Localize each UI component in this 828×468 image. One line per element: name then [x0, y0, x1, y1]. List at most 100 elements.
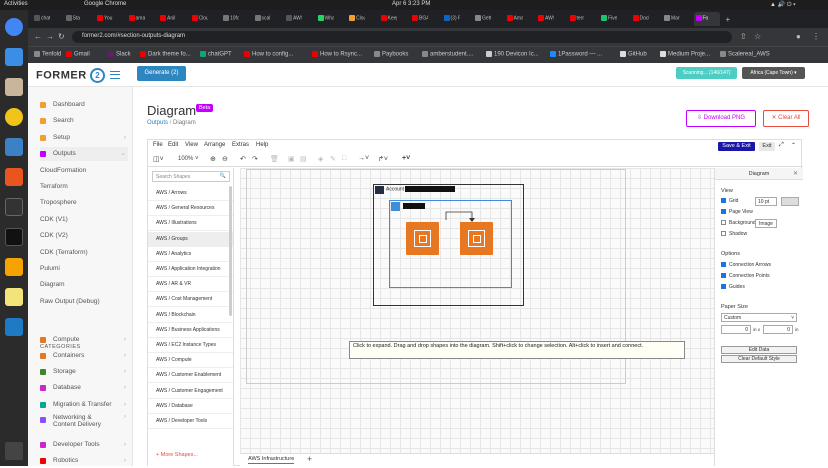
shape-category[interactable]: AWS / General Resources: [148, 201, 233, 217]
category-item[interactable]: Storage ›: [40, 365, 128, 379]
category-item[interactable]: Containers ›: [40, 349, 128, 363]
bookmark-item[interactable]: Dark theme fo...: [140, 51, 191, 58]
bookmark-item[interactable]: Scalereal_AWS: [720, 51, 770, 58]
forward-icon[interactable]: →: [46, 32, 54, 41]
bookmark-star-icon[interactable]: ☆: [754, 32, 761, 41]
sidebar-item-search[interactable]: Search: [40, 114, 128, 128]
bookmark-item[interactable]: GitHub: [620, 51, 647, 58]
format-tab-diagram[interactable]: Diagram: [715, 168, 803, 180]
browser-tab[interactable]: BGA: [410, 12, 428, 26]
notes-icon[interactable]: [5, 288, 23, 306]
clear-all-button[interactable]: ✕ Clear All: [763, 110, 809, 127]
bookmark-item[interactable]: Slack: [108, 51, 131, 58]
sidebar-item-cdk-v1-[interactable]: CDK (V1): [40, 213, 128, 227]
shape-category[interactable]: AWS / Application Integration: [148, 262, 233, 277]
connection-style-icon[interactable]: →˅: [358, 155, 369, 162]
zoom-in-icon[interactable]: ⊕: [210, 155, 216, 163]
browser-tab[interactable]: (3) F: [442, 12, 460, 26]
browser-tab[interactable]: Keep: [379, 12, 397, 26]
bookmark-item[interactable]: How to Rsync...: [312, 51, 362, 58]
new-tab-button[interactable]: +: [724, 12, 742, 26]
shape-category[interactable]: AWS / Arrows: [148, 186, 233, 201]
shapes-scrollbar[interactable]: [229, 186, 232, 316]
diagram-canvas[interactable]: Account: [240, 168, 714, 453]
more-shapes-link[interactable]: + More Shapes...: [156, 452, 198, 458]
region-dropdown[interactable]: Africa (Cape Town) ▾: [742, 67, 805, 79]
shape-category[interactable]: AWS / Analytics: [148, 247, 233, 262]
shape-category[interactable]: AWS / Business Applications: [148, 323, 233, 338]
breadcrumb-outputs-link[interactable]: Outputs: [147, 120, 168, 126]
share-icon[interactable]: ⇧: [740, 32, 747, 41]
bookmark-item[interactable]: Paybooks: [374, 51, 408, 58]
sublime-icon[interactable]: [5, 258, 23, 276]
download-png-button[interactable]: ⇩ Download PNG: [686, 110, 756, 127]
category-item[interactable]: Database ›: [40, 381, 128, 395]
libreoffice-writer-icon[interactable]: [5, 138, 23, 156]
background-image-button[interactable]: Image: [755, 219, 777, 228]
intellij-icon[interactable]: [5, 228, 23, 246]
zoom-out-icon[interactable]: ⊖: [222, 155, 228, 163]
shape-category[interactable]: AWS / Developer Tools: [148, 414, 233, 429]
browser-tab[interactable]: AWS: [536, 12, 554, 26]
thunderbird-icon[interactable]: [5, 48, 23, 66]
sidebar-item-setup[interactable]: Setup ›: [40, 131, 128, 145]
shadow-checkbox[interactable]: Shadow: [721, 231, 747, 237]
grid-color-swatch[interactable]: [781, 197, 799, 206]
sidebar-item-raw-output-debug-[interactable]: Raw Output (Debug): [40, 295, 128, 309]
bookmark-item[interactable]: How to config...: [244, 51, 293, 58]
sidebar-item-cdk-terraform-[interactable]: CDK (Terraform): [40, 246, 128, 260]
browser-tab[interactable]: AWS: [284, 12, 302, 26]
add-page-button[interactable]: +: [307, 454, 312, 464]
sidebar-item-dashboard[interactable]: Dashboard: [40, 98, 128, 112]
sidebar-item-pulumi[interactable]: Pulumi: [40, 262, 128, 276]
menu-edit[interactable]: Edit: [168, 142, 178, 148]
edit-data-button[interactable]: Edit Data: [721, 346, 797, 354]
exit-button[interactable]: Exit: [759, 142, 775, 151]
bookmark-item[interactable]: Gmail: [66, 51, 90, 58]
zoom-select[interactable]: 100% ˅: [178, 156, 199, 162]
browser-tab[interactable]: Wha: [316, 12, 334, 26]
insert-icon[interactable]: +˅: [402, 155, 410, 162]
sidebar-item-diagram[interactable]: Diagram: [40, 278, 128, 292]
ec2-instance-icon[interactable]: [406, 222, 439, 255]
browser-tab[interactable]: ama: [127, 12, 145, 26]
category-item[interactable]: Compute ›: [40, 333, 128, 347]
shape-category[interactable]: AWS / EC2 Instance Types: [148, 338, 233, 353]
grid-size-input[interactable]: 10 pt: [755, 197, 777, 206]
paper-width-input[interactable]: 0: [721, 325, 751, 334]
connection-arrows-checkbox[interactable]: Connection Arrows: [721, 262, 771, 268]
grid-checkbox[interactable]: Grid: [721, 198, 738, 204]
bookmark-item[interactable]: 190 Devicon Ic...: [486, 51, 539, 58]
shape-category[interactable]: AWS / AR & VR: [148, 277, 233, 293]
panels-icon[interactable]: ◫˅: [153, 155, 164, 163]
browser-tab[interactable]: Mark: [662, 12, 680, 26]
generate-button[interactable]: Generate (2): [137, 66, 186, 81]
shape-category[interactable]: AWS / Database: [148, 399, 233, 414]
browser-tab[interactable]: Amaz: [505, 12, 523, 26]
paper-size-select[interactable]: Custom ˅: [721, 313, 797, 322]
shape-category[interactable]: AWS / Groups: [148, 231, 233, 247]
files-icon[interactable]: [5, 78, 23, 96]
category-item[interactable]: Networking & Content Delivery ›: [40, 413, 128, 431]
bookmark-item[interactable]: Medium Proje...: [660, 51, 710, 58]
sidebar-item-outputs[interactable]: Outputs ⌄: [40, 147, 128, 162]
page-view-checkbox[interactable]: Page View: [721, 209, 753, 215]
line-color-icon[interactable]: ✎: [330, 155, 336, 163]
shape-category[interactable]: AWS / Customer Enablement: [148, 368, 233, 384]
search-shapes-input[interactable]: Search Shapes 🔍: [152, 171, 230, 182]
active-app-label[interactable]: Google Chrome: [84, 1, 126, 7]
chrome-icon[interactable]: [5, 18, 23, 36]
browser-tab[interactable]: Fiver: [599, 12, 617, 26]
redo-icon[interactable]: ↷: [252, 155, 258, 163]
background-checkbox[interactable]: Background: [721, 220, 756, 226]
sidebar-item-terraform[interactable]: Terraform: [40, 180, 128, 194]
sidebar-item-cloudformation[interactable]: CloudFormation: [40, 164, 128, 178]
clock[interactable]: Apr 6 3:23 PM: [392, 1, 430, 7]
browser-tab[interactable]: Clou: [190, 12, 208, 26]
scanning-status-button[interactable]: Scanning... (146/147): [676, 67, 737, 79]
bookmark-item[interactable]: chatGPT: [200, 51, 232, 58]
browser-tab[interactable]: Getti: [473, 12, 491, 26]
menu-view[interactable]: View: [185, 142, 198, 148]
reload-icon[interactable]: ↻: [58, 32, 65, 41]
former2-logo[interactable]: FORMER 2: [36, 68, 106, 83]
